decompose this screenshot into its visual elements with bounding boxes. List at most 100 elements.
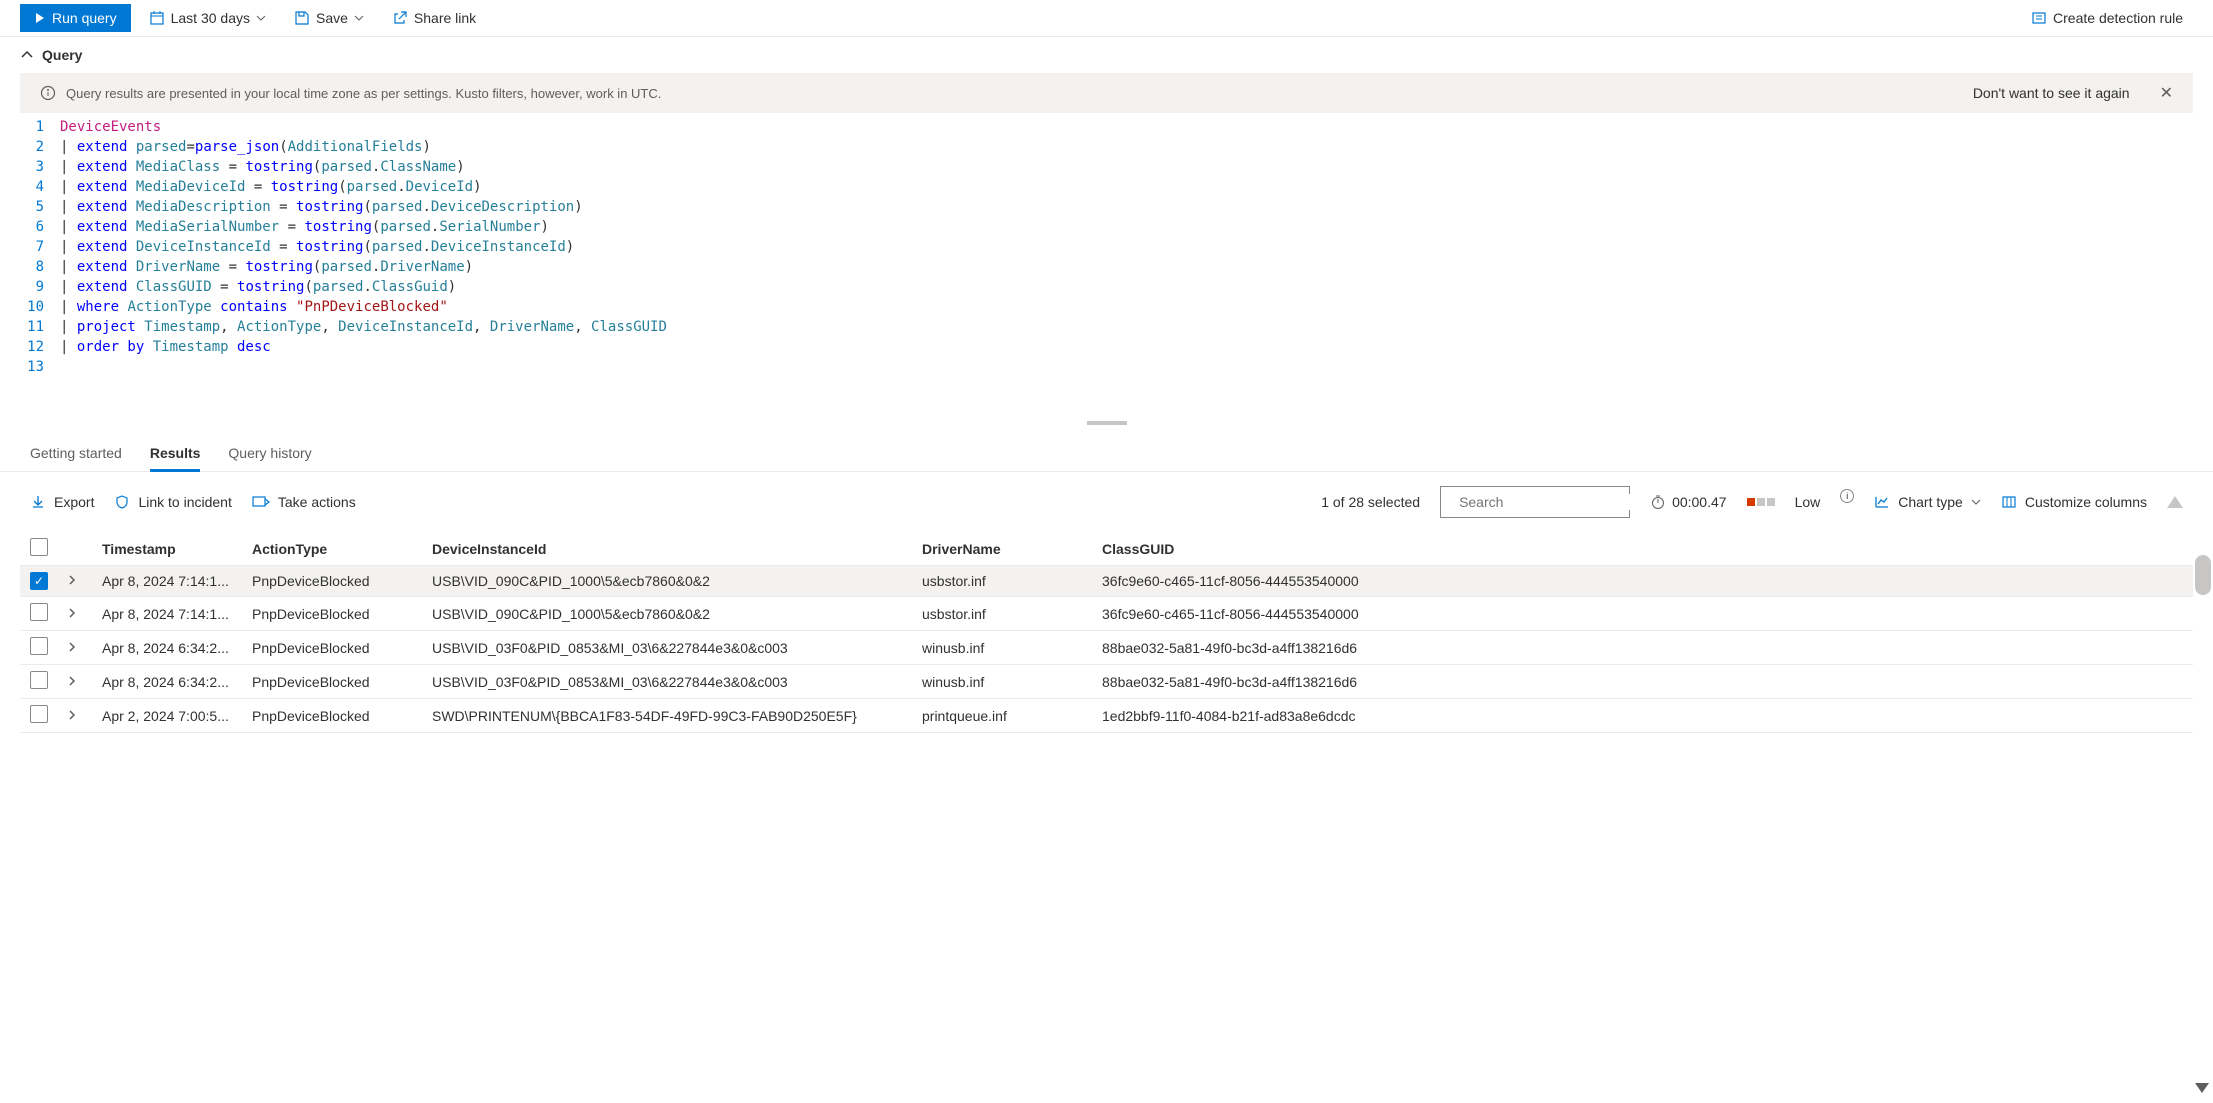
scroll-up-icon[interactable] [2167,496,2183,508]
run-query-button[interactable]: Run query [20,4,131,32]
table-row[interactable]: Apr 2, 2024 7:00:5... PnpDeviceBlocked S… [20,699,2193,733]
cell-actiontype: PnpDeviceBlocked [252,708,432,724]
create-detection-rule-button[interactable]: Create detection rule [2021,4,2193,32]
columns-icon [2001,494,2017,510]
search-input[interactable] [1459,494,1640,510]
info-icon[interactable]: i [1840,489,1854,503]
share-label: Share link [414,10,476,26]
results-search-box[interactable] [1440,486,1630,518]
time-range-picker[interactable]: Last 30 days [139,4,276,32]
col-header-classguid[interactable]: ClassGUID [1102,541,2183,557]
calendar-icon [149,10,165,26]
col-header-timestamp[interactable]: Timestamp [102,541,252,557]
cell-drivername: printqueue.inf [922,708,1102,724]
splitter-handle[interactable] [0,417,2213,429]
results-grid: Timestamp ActionType DeviceInstanceId Dr… [0,532,2213,733]
timezone-info-banner: Query results are presented in your loca… [20,73,2193,113]
chart-icon [1874,494,1890,510]
cell-classguid: 88bae032-5a81-49f0-bc3d-a4ff138216d6 [1102,640,2183,656]
query-editor[interactable]: 12345678910111213 DeviceEvents| extend p… [0,113,2213,377]
stopwatch-icon [1650,494,1666,510]
scroll-down-icon[interactable] [2195,1083,2209,1093]
expand-row-icon[interactable] [66,606,102,622]
col-header-drivername[interactable]: DriverName [922,541,1102,557]
cell-timestamp: Apr 8, 2024 7:14:1... [102,573,252,589]
expand-row-icon[interactable] [66,674,102,690]
time-range-label: Last 30 days [171,10,250,26]
grid-header-row: Timestamp ActionType DeviceInstanceId Dr… [20,532,2193,566]
info-icon [40,85,56,101]
cell-drivername: usbstor.inf [922,606,1102,622]
cell-deviceinstanceid: SWD\PRINTENUM\{BBCA1F83-54DF-49FD-99C3-F… [432,708,922,724]
save-icon [294,10,310,26]
save-button[interactable]: Save [284,4,374,32]
expand-row-icon[interactable] [66,708,102,724]
play-icon [34,12,46,24]
close-icon[interactable]: ✕ [2160,83,2173,103]
tab-getting-started[interactable]: Getting started [30,437,122,471]
table-row[interactable]: Apr 8, 2024 6:34:2... PnpDeviceBlocked U… [20,631,2193,665]
section-title: Query [42,47,82,63]
expand-row-icon[interactable] [66,573,102,589]
severity-indicator [1747,498,1775,506]
create-detection-label: Create detection rule [2053,10,2183,26]
tab-results[interactable]: Results [150,437,201,471]
cell-actiontype: PnpDeviceBlocked [252,573,432,589]
take-actions-button[interactable]: Take actions [252,494,356,510]
shield-icon [114,494,130,510]
download-icon [30,494,46,510]
table-row[interactable]: Apr 8, 2024 7:14:1... PnpDeviceBlocked U… [20,597,2193,631]
export-label: Export [54,494,94,510]
banner-message: Query results are presented in your loca… [66,86,1963,101]
customize-label: Customize columns [2025,494,2147,510]
main-toolbar: Run query Last 30 days Save Share link C… [0,0,2213,37]
editor-code[interactable]: DeviceEvents| extend parsed=parse_json(A… [60,117,667,377]
col-header-actiontype[interactable]: ActionType [252,541,432,557]
cell-timestamp: Apr 8, 2024 6:34:2... [102,640,252,656]
selection-count: 1 of 28 selected [1321,494,1420,510]
link-to-incident-button[interactable]: Link to incident [114,494,231,510]
results-toolbar: Export Link to incident Take actions 1 o… [0,472,2213,532]
cell-timestamp: Apr 2, 2024 7:00:5... [102,708,252,724]
chart-type-button[interactable]: Chart type [1874,494,1981,510]
expand-row-icon[interactable] [66,640,102,656]
cell-drivername: usbstor.inf [922,573,1102,589]
row-checkbox[interactable] [30,671,48,689]
row-checkbox[interactable]: ✓ [30,572,48,590]
tab-query-history[interactable]: Query history [228,437,311,471]
table-row[interactable]: Apr 8, 2024 6:34:2... PnpDeviceBlocked U… [20,665,2193,699]
chart-type-label: Chart type [1898,494,1963,510]
chevron-down-icon [256,13,266,23]
save-label: Save [316,10,348,26]
row-checkbox[interactable] [30,705,48,723]
cell-drivername: winusb.inf [922,640,1102,656]
link-incident-label: Link to incident [138,494,231,510]
chevron-down-icon [354,13,364,23]
cell-timestamp: Apr 8, 2024 7:14:1... [102,606,252,622]
cell-deviceinstanceid: USB\VID_090C&PID_1000\5&ecb7860&0&2 [432,606,922,622]
chevron-up-icon [20,48,34,62]
customize-columns-button[interactable]: Customize columns [2001,494,2147,510]
row-checkbox[interactable] [30,603,48,621]
export-button[interactable]: Export [30,494,94,510]
query-timer: 00:00.47 [1650,494,1727,510]
scrollbar-thumb[interactable] [2195,555,2211,595]
cell-classguid: 1ed2bbf9-11f0-4084-b21f-ad83a8e6dcdc [1102,708,2183,724]
actions-icon [252,494,270,510]
cell-classguid: 36fc9e60-c465-11cf-8056-444553540000 [1102,606,2183,622]
cell-timestamp: Apr 8, 2024 6:34:2... [102,674,252,690]
cell-deviceinstanceid: USB\VID_03F0&PID_0853&MI_03\6&227844e3&0… [432,674,922,690]
results-tabs: Getting started Results Query history [0,429,2213,472]
row-checkbox[interactable] [30,637,48,655]
banner-dismiss-link[interactable]: Don't want to see it again [1973,85,2130,101]
cell-actiontype: PnpDeviceBlocked [252,640,432,656]
share-link-button[interactable]: Share link [382,4,486,32]
run-query-label: Run query [52,10,117,26]
select-all-checkbox[interactable] [30,538,48,556]
share-icon [392,10,408,26]
cell-drivername: winusb.inf [922,674,1102,690]
table-row[interactable]: ✓ Apr 8, 2024 7:14:1... PnpDeviceBlocked… [20,566,2193,597]
cell-actiontype: PnpDeviceBlocked [252,606,432,622]
col-header-deviceinstanceid[interactable]: DeviceInstanceId [432,541,922,557]
query-section-header[interactable]: Query [0,37,2213,73]
